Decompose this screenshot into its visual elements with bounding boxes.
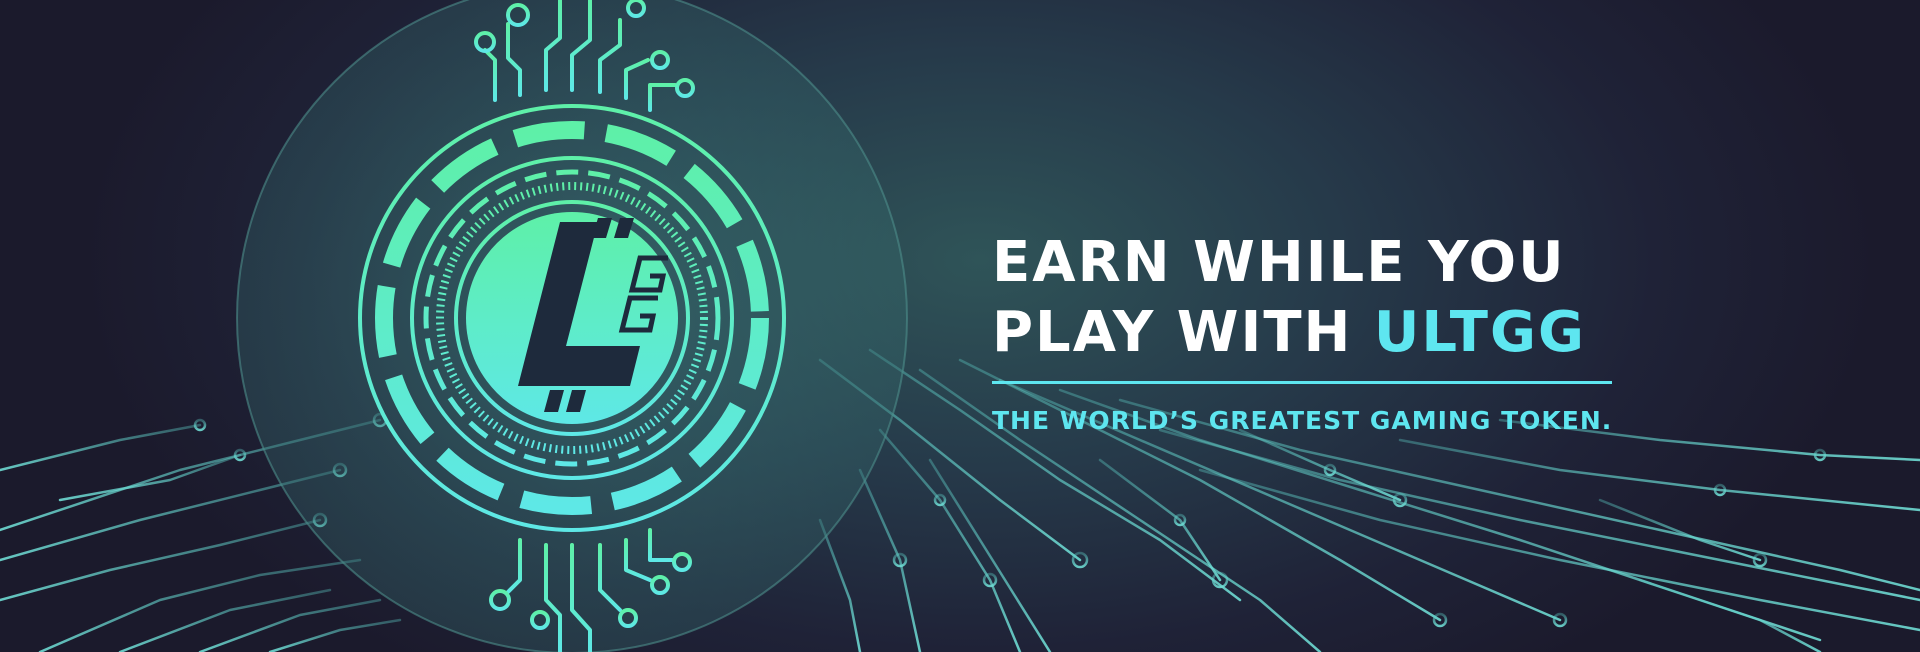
background-artwork xyxy=(0,0,1920,652)
headline-brand-accent: ULTGG xyxy=(1373,300,1586,365)
hero-banner: EARN WHILE YOU PLAY WITH ULTGG THE WORLD… xyxy=(0,0,1920,652)
headline-line1: EARN WHILE YOU xyxy=(992,230,1566,295)
headline: EARN WHILE YOU PLAY WITH ULTGG xyxy=(992,228,1586,368)
headline-divider xyxy=(992,381,1612,384)
headline-line2-prefix: PLAY WITH xyxy=(992,300,1374,365)
tagline: THE WORLD’S GREATEST GAMING TOKEN. xyxy=(992,406,1613,435)
